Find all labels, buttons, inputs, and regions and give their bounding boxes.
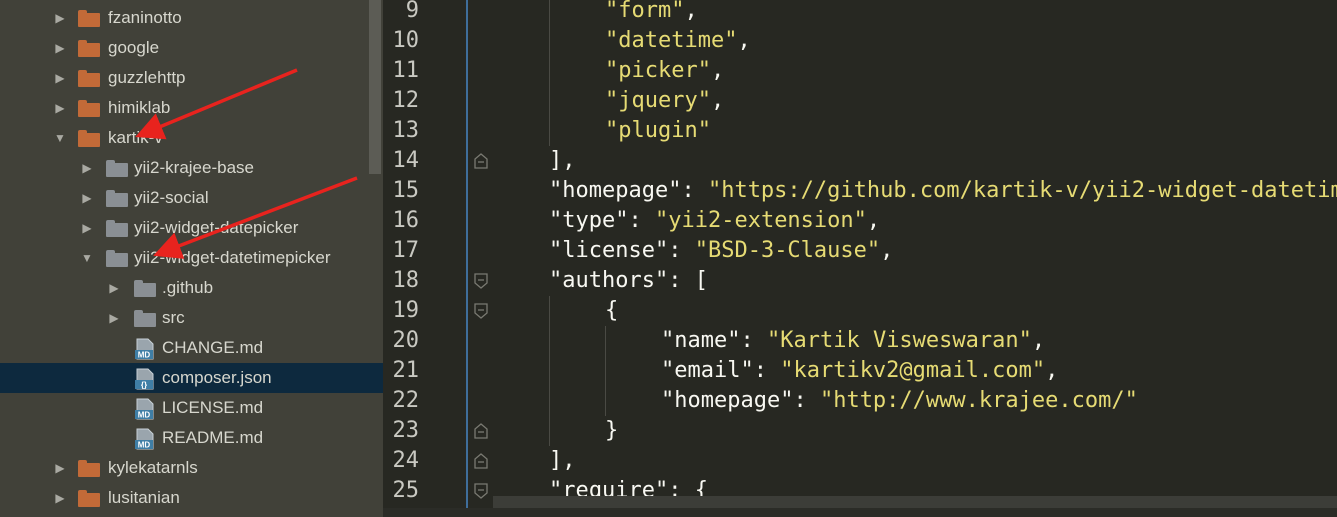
annotation-arrow-kartik-v: [135, 68, 298, 140]
annotation-arrow-datetimepicker: [153, 176, 358, 259]
annotation-arrows: [135, 68, 358, 259]
